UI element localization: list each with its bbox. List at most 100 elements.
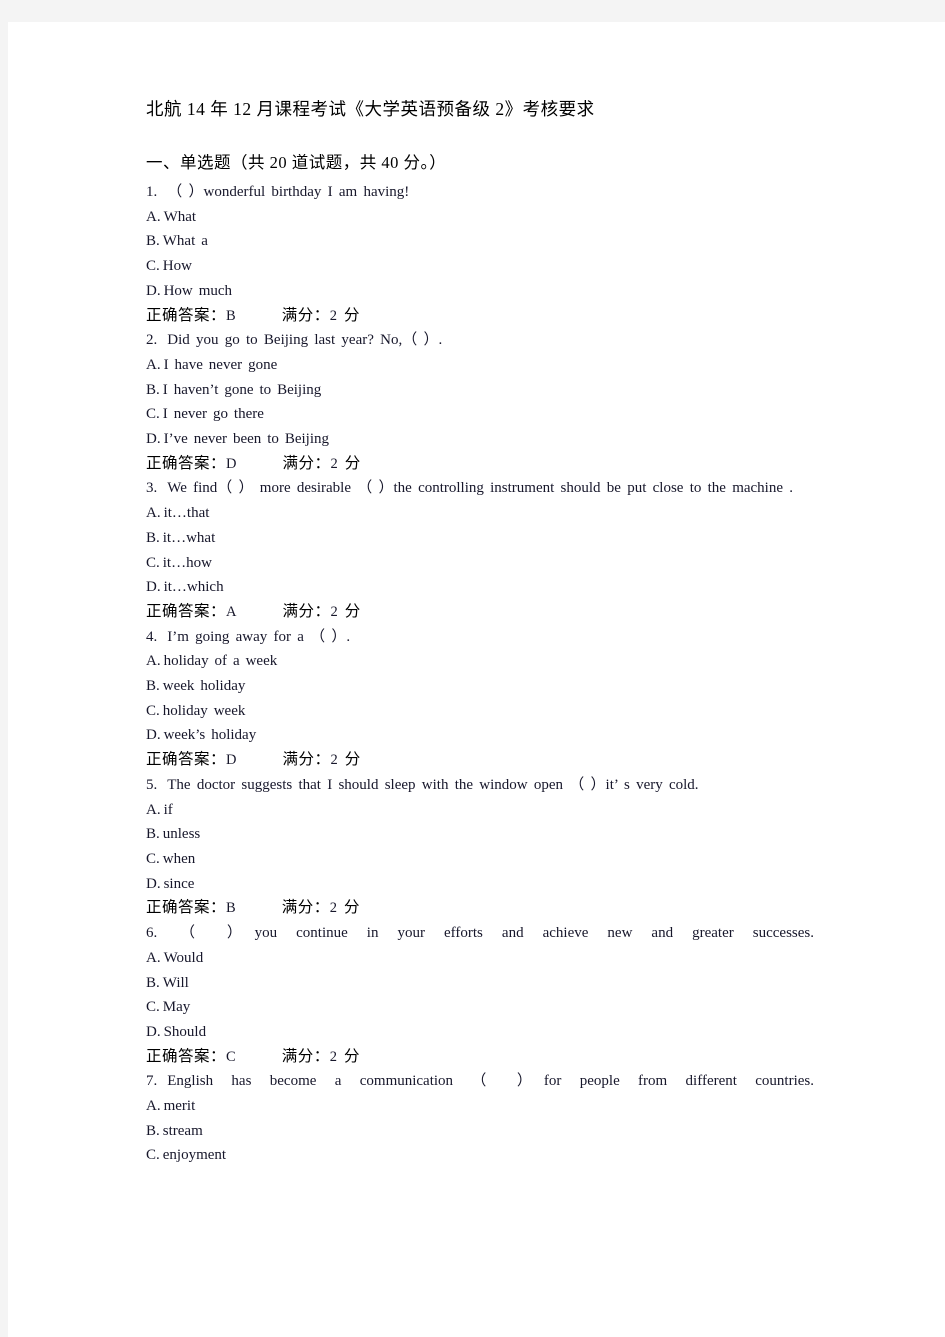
score-unit: 分: [343, 306, 360, 324]
answer-option[interactable]: A. holiday of a week: [146, 649, 814, 674]
answer-option[interactable]: B. Will: [146, 971, 814, 996]
answer-option[interactable]: A. merit: [146, 1094, 814, 1119]
answer-option[interactable]: C. it…how: [146, 551, 814, 576]
score-unit: 分: [343, 1047, 360, 1065]
page-title: 北航 14 年 12 月课程考试《大学英语预备级 2》考核要求: [146, 99, 595, 119]
option-text: How much: [163, 282, 233, 299]
option-text: stream: [162, 1122, 203, 1139]
option-label: C.: [146, 258, 160, 275]
option-text: if: [163, 801, 173, 818]
question-block: 1. （ ）wonderful birthday I am having! A. Wh…: [146, 180, 814, 328]
question-stem: 7. English has become a communication （ ）…: [146, 1069, 814, 1094]
correct-answer-label: 正确答案：: [146, 751, 227, 769]
correct-answer-line: 正确答案：C 满分：2 分: [146, 1045, 814, 1070]
score-value: 2: [329, 1048, 337, 1065]
question-stem: 1. （ ）wonderful birthday I am having!: [146, 180, 814, 205]
answer-option[interactable]: D. Should: [146, 1020, 814, 1045]
answer-option[interactable]: C. I never go there: [146, 402, 814, 427]
document-page: 北航 14 年 12 月课程考试《大学英语预备级 2》考核要求 一、单选题（共 …: [8, 22, 945, 1337]
answer-option[interactable]: D. I’ve never been to Beijing: [146, 427, 814, 452]
answer-option[interactable]: B. I haven’t gone to Beijing: [146, 378, 814, 403]
section-heading: 一、单选题（共 20 道试题，共 40 分。）: [146, 153, 447, 172]
answer-option[interactable]: A. What: [146, 205, 814, 230]
score-unit: 分: [344, 602, 361, 620]
question-text: We find（ ） more desirable （ ）the control…: [167, 480, 793, 497]
answer-option[interactable]: D. since: [146, 872, 814, 897]
answer-option[interactable]: B. stream: [146, 1119, 814, 1144]
option-label: C.: [146, 554, 160, 571]
document-content: 北航 14 年 12 月课程考试《大学英语预备级 2》考核要求 一、单选题（共 …: [146, 96, 814, 1168]
option-label: D.: [146, 579, 161, 596]
correct-answer-label: 正确答案：: [146, 454, 227, 472]
answer-option[interactable]: C. enjoyment: [146, 1143, 814, 1168]
option-text: holiday week: [162, 702, 246, 719]
question-text: English has become a communication （ ）fo…: [167, 1073, 814, 1090]
correct-answer-label: 正确答案：: [146, 1047, 227, 1065]
question-number: 5.: [146, 776, 158, 793]
option-label: B.: [146, 974, 160, 991]
answer-option[interactable]: B. it…what: [146, 526, 814, 551]
option-label: A.: [146, 1098, 161, 1115]
option-label: B.: [146, 381, 160, 398]
question-number: 1.: [146, 184, 158, 200]
option-label: D.: [146, 1023, 161, 1040]
question-text: （ ）you continue in your efforts and achi…: [167, 925, 814, 942]
answer-option[interactable]: A. it…that: [146, 501, 814, 526]
option-label: C.: [146, 850, 160, 867]
option-label: A.: [146, 208, 161, 225]
option-label: B.: [146, 826, 160, 843]
answer-option[interactable]: A. I have never gone: [146, 353, 814, 378]
score-label: 满分：: [281, 899, 330, 917]
option-text: What: [163, 208, 197, 225]
answer-option[interactable]: B. unless: [146, 822, 814, 847]
answer-option[interactable]: C. How: [146, 254, 814, 279]
option-label: A.: [146, 949, 161, 966]
option-text: since: [163, 875, 195, 892]
option-text: enjoyment: [162, 1147, 227, 1164]
answer-option[interactable]: C. holiday week: [146, 699, 814, 724]
answer-option[interactable]: D. How much: [146, 279, 814, 304]
question-text: I’m going away for a （ ）.: [167, 628, 351, 645]
option-text: What a: [162, 233, 208, 250]
score-label: 满分：: [282, 454, 331, 472]
score-value: 2: [330, 752, 338, 769]
question-text: （ ）wonderful birthday I am having!: [167, 184, 410, 200]
option-text: Will: [162, 974, 189, 991]
option-text: I have never gone: [163, 356, 278, 373]
score-value: 2: [330, 603, 338, 620]
correct-answer-value: C: [226, 1048, 236, 1065]
score-value: 2: [329, 900, 337, 917]
option-text: How: [162, 258, 192, 275]
answer-option[interactable]: C. May: [146, 995, 814, 1020]
question-number: 6.: [146, 925, 158, 942]
answer-option[interactable]: D. week’s holiday: [146, 723, 814, 748]
question-number: 4.: [146, 628, 158, 645]
correct-answer-value: B: [226, 900, 236, 917]
correct-answer-line: 正确答案：D 满分：2 分: [146, 452, 814, 477]
option-label: B.: [146, 529, 160, 546]
option-label: A.: [146, 653, 161, 670]
question-stem: 3. We find（ ） more desirable （ ）the contr…: [146, 476, 814, 501]
option-text: May: [162, 999, 191, 1016]
answer-option[interactable]: C. when: [146, 847, 814, 872]
correct-answer-value: B: [226, 307, 236, 324]
option-text: week’s holiday: [163, 727, 257, 744]
answer-option[interactable]: A. Would: [146, 946, 814, 971]
score-value: 2: [329, 307, 337, 324]
option-label: D.: [146, 431, 161, 448]
option-text: week holiday: [162, 678, 246, 695]
option-label: D.: [146, 875, 161, 892]
question-number: 7.: [146, 1073, 158, 1090]
question-number: 3.: [146, 480, 158, 497]
option-label: A.: [146, 356, 161, 373]
correct-answer-label: 正确答案：: [146, 306, 227, 324]
correct-answer-line: 正确答案：D 满分：2 分: [146, 748, 814, 773]
answer-option[interactable]: D. it…which: [146, 575, 814, 600]
answer-option[interactable]: A. if: [146, 798, 814, 823]
answer-option[interactable]: B. What a: [146, 229, 814, 254]
question-number: 2.: [146, 332, 158, 349]
answer-option[interactable]: B. week holiday: [146, 674, 814, 699]
correct-answer-line: 正确答案：A 满分：2 分: [146, 600, 814, 625]
score-unit: 分: [343, 899, 360, 917]
option-text: unless: [162, 826, 201, 843]
